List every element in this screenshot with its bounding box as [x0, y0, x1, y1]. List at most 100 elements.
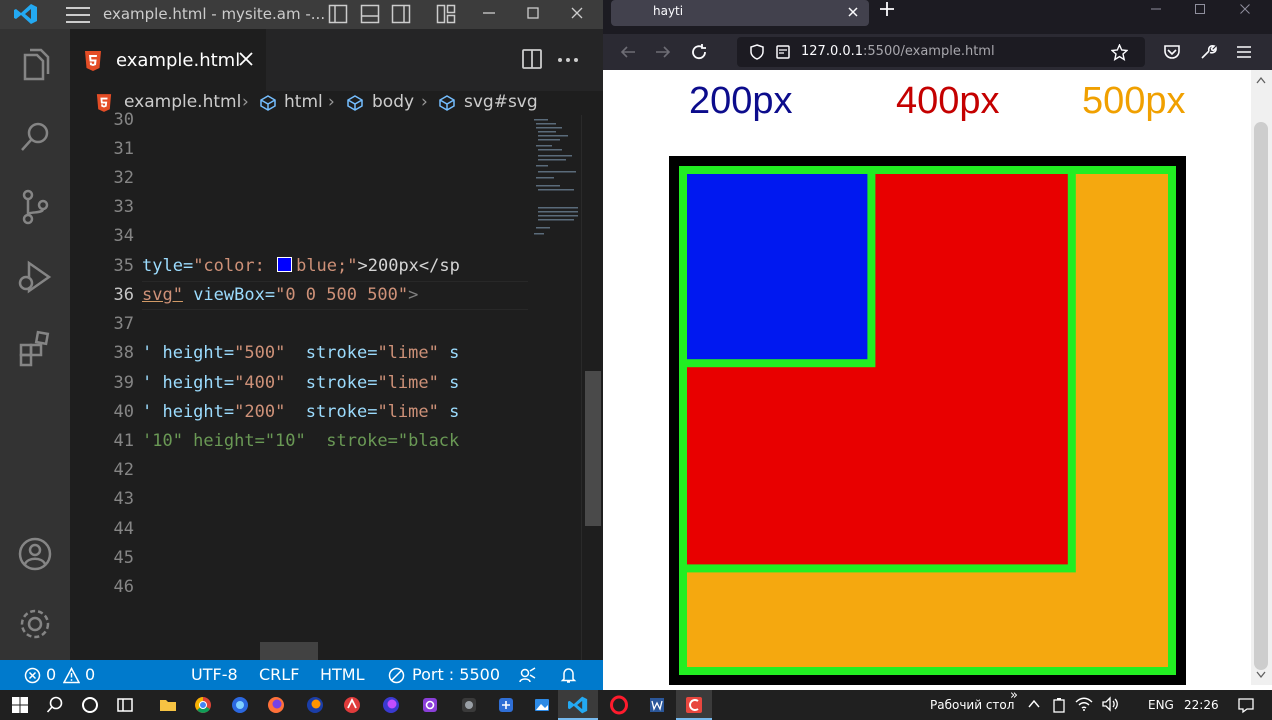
maximize-icon[interactable]	[1194, 3, 1206, 15]
scrollbar-thumb[interactable]	[585, 371, 601, 526]
eol-indicator[interactable]: CRLF	[259, 665, 299, 684]
windows-start-icon[interactable]	[10, 695, 30, 715]
page-info-icon[interactable]	[775, 44, 791, 60]
windows-taskbar: Рабочий стол » ENG 22:26	[0, 688, 1272, 720]
firefox-icon[interactable]	[266, 695, 286, 715]
page-scrollbar[interactable]	[1251, 70, 1272, 685]
line-number: 46	[113, 577, 134, 597]
url-text: 127.0.0.1:5500/example.html	[801, 44, 995, 59]
chrome-icon[interactable]	[193, 695, 213, 715]
scroll-up-arrow-icon[interactable]	[1256, 76, 1266, 84]
vscode-taskbar-button[interactable]	[558, 690, 598, 720]
toggle-sidebar-icon[interactable]	[328, 4, 348, 24]
errors-icon[interactable]	[24, 667, 41, 684]
firefox-developer-icon[interactable]	[230, 695, 250, 715]
volume-icon[interactable]	[1101, 696, 1119, 712]
svg-canvas	[669, 156, 1186, 685]
code-line-38: ' height="500" stroke="lime" s	[142, 343, 460, 363]
editor-tab[interactable]: example.html	[70, 29, 266, 91]
bookmark-star-icon[interactable]	[1111, 44, 1128, 61]
tracking-shield-icon[interactable]	[749, 44, 765, 60]
color-swatch[interactable]	[277, 257, 293, 272]
word-icon[interactable]	[647, 695, 667, 715]
error-count[interactable]: 0	[46, 665, 56, 684]
toggle-panel-icon[interactable]	[360, 4, 380, 24]
warnings-icon[interactable]	[63, 667, 80, 684]
search-icon[interactable]	[15, 117, 55, 157]
close-icon[interactable]	[1239, 3, 1251, 15]
minimize-icon[interactable]	[482, 6, 496, 20]
live-server-port[interactable]: Port : 5500	[412, 665, 500, 684]
minimap-preview	[534, 119, 578, 235]
close-tab-icon[interactable]	[847, 6, 859, 18]
extensions-wrench-icon[interactable]	[1199, 43, 1217, 61]
toggle-secondary-sidebar-icon[interactable]	[391, 4, 411, 24]
horizontal-scrollbar-thumb[interactable]	[260, 642, 318, 660]
extensions-icon[interactable]	[15, 327, 55, 367]
run-debug-icon[interactable]	[15, 257, 55, 297]
input-language[interactable]: ENG	[1148, 698, 1174, 712]
editor-vertical-scrollbar[interactable]	[581, 115, 603, 660]
scroll-down-arrow-icon[interactable]	[1256, 671, 1266, 679]
menu-icon[interactable]	[66, 6, 90, 23]
breadcrumb-item[interactable]: body	[372, 92, 414, 112]
wifi-icon[interactable]	[1075, 696, 1093, 712]
battery-icon[interactable]	[1052, 697, 1066, 713]
app-blue-icon[interactable]	[496, 695, 516, 715]
reload-icon[interactable]	[690, 43, 708, 61]
pocket-icon[interactable]	[1163, 43, 1181, 61]
app-red-icon[interactable]	[342, 695, 362, 715]
app-menu-icon[interactable]	[1235, 43, 1253, 61]
cortana-icon[interactable]	[80, 695, 100, 715]
more-actions-icon[interactable]	[557, 57, 579, 63]
explorer-icon[interactable]	[15, 47, 55, 87]
warning-count[interactable]: 0	[85, 665, 95, 684]
notification-center-icon[interactable]	[1237, 696, 1255, 714]
task-view-icon[interactable]	[115, 695, 135, 715]
feedback-icon[interactable]	[519, 667, 536, 684]
minimap[interactable]	[528, 115, 581, 660]
window-title: example.html - mysite.am -...	[103, 5, 326, 23]
new-tab-icon[interactable]	[879, 1, 895, 17]
code-editor[interactable]: tyle="color: blue;">200px</sp svg" viewB…	[142, 115, 528, 660]
breadcrumb-item[interactable]: example.html	[124, 92, 241, 112]
line-number: 42	[113, 460, 134, 480]
app-dark-icon[interactable]	[459, 695, 479, 715]
language-mode[interactable]: HTML	[320, 665, 365, 684]
desktop-toolbar-label[interactable]: Рабочий стол	[930, 698, 1014, 712]
source-control-icon[interactable]	[15, 187, 55, 227]
opera-icon[interactable]	[609, 695, 629, 715]
clock-time[interactable]: 22:26	[1184, 698, 1219, 712]
notifications-bell-icon[interactable]	[560, 667, 577, 684]
element-icon	[347, 95, 363, 111]
maximize-icon[interactable]	[526, 6, 540, 20]
file-explorer-icon[interactable]	[158, 695, 178, 715]
breadcrumb-separator-icon: ›	[421, 92, 428, 112]
show-hidden-icons-chevron-icon[interactable]	[1027, 697, 1041, 711]
address-bar[interactable]: 127.0.0.1:5500/example.html	[737, 37, 1145, 67]
photos-icon[interactable]	[532, 695, 552, 715]
firefox-beta-icon[interactable]	[305, 695, 325, 715]
split-editor-icon[interactable]	[521, 48, 543, 70]
encoding-indicator[interactable]: UTF-8	[191, 665, 238, 684]
settings-gear-icon[interactable]	[15, 604, 55, 644]
breadcrumb-item[interactable]: svg#svg	[464, 92, 538, 112]
browser-taskbar-button[interactable]	[676, 690, 712, 720]
account-icon[interactable]	[15, 534, 55, 574]
app-purple-icon[interactable]	[420, 695, 440, 715]
close-icon[interactable]	[570, 6, 584, 20]
live-server-icon[interactable]	[388, 667, 405, 684]
browser-tab[interactable]: hayti	[611, 0, 869, 26]
back-arrow-icon[interactable]	[619, 43, 637, 61]
code-line-40: ' height="200" stroke="lime" s	[142, 402, 460, 422]
scrollbar-thumb[interactable]	[1254, 122, 1268, 670]
breadcrumb-item[interactable]: html	[284, 92, 323, 112]
close-tab-icon[interactable]	[238, 51, 254, 67]
search-icon[interactable]	[45, 695, 65, 715]
element-icon	[260, 95, 276, 111]
forward-arrow-icon[interactable]	[654, 43, 672, 61]
minimize-icon[interactable]	[1150, 3, 1162, 15]
toolbar-expand-icon[interactable]: »	[1010, 688, 1018, 703]
firefox-nightly-icon[interactable]	[381, 695, 401, 715]
customize-layout-icon[interactable]	[436, 4, 456, 24]
